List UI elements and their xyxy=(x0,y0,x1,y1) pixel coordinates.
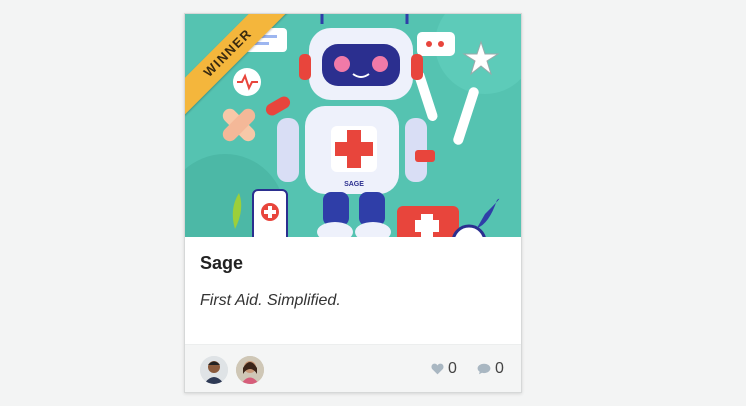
like-count: 0 xyxy=(448,360,457,377)
team-member-avatar-icon xyxy=(236,356,264,384)
avatar[interactable] xyxy=(200,356,228,384)
avatar[interactable] xyxy=(236,356,264,384)
project-card[interactable]: SAGE WINNER Sage First Aid. Simplified. … xyxy=(184,13,522,393)
project-tagline: First Aid. Simplified. xyxy=(200,292,341,309)
project-title[interactable]: Sage xyxy=(200,253,506,274)
comment-counter[interactable]: 0 xyxy=(477,359,504,379)
comment-bubble-icon xyxy=(477,363,491,375)
team-member-avatar-icon xyxy=(200,356,228,384)
project-thumbnail[interactable]: SAGE WINNER xyxy=(185,14,521,237)
robot-chest-label: SAGE xyxy=(344,181,364,188)
heart-icon xyxy=(431,363,444,375)
card-footer: 0 0 xyxy=(185,344,521,392)
comment-count: 0 xyxy=(495,360,504,377)
like-counter[interactable]: 0 xyxy=(431,359,457,379)
